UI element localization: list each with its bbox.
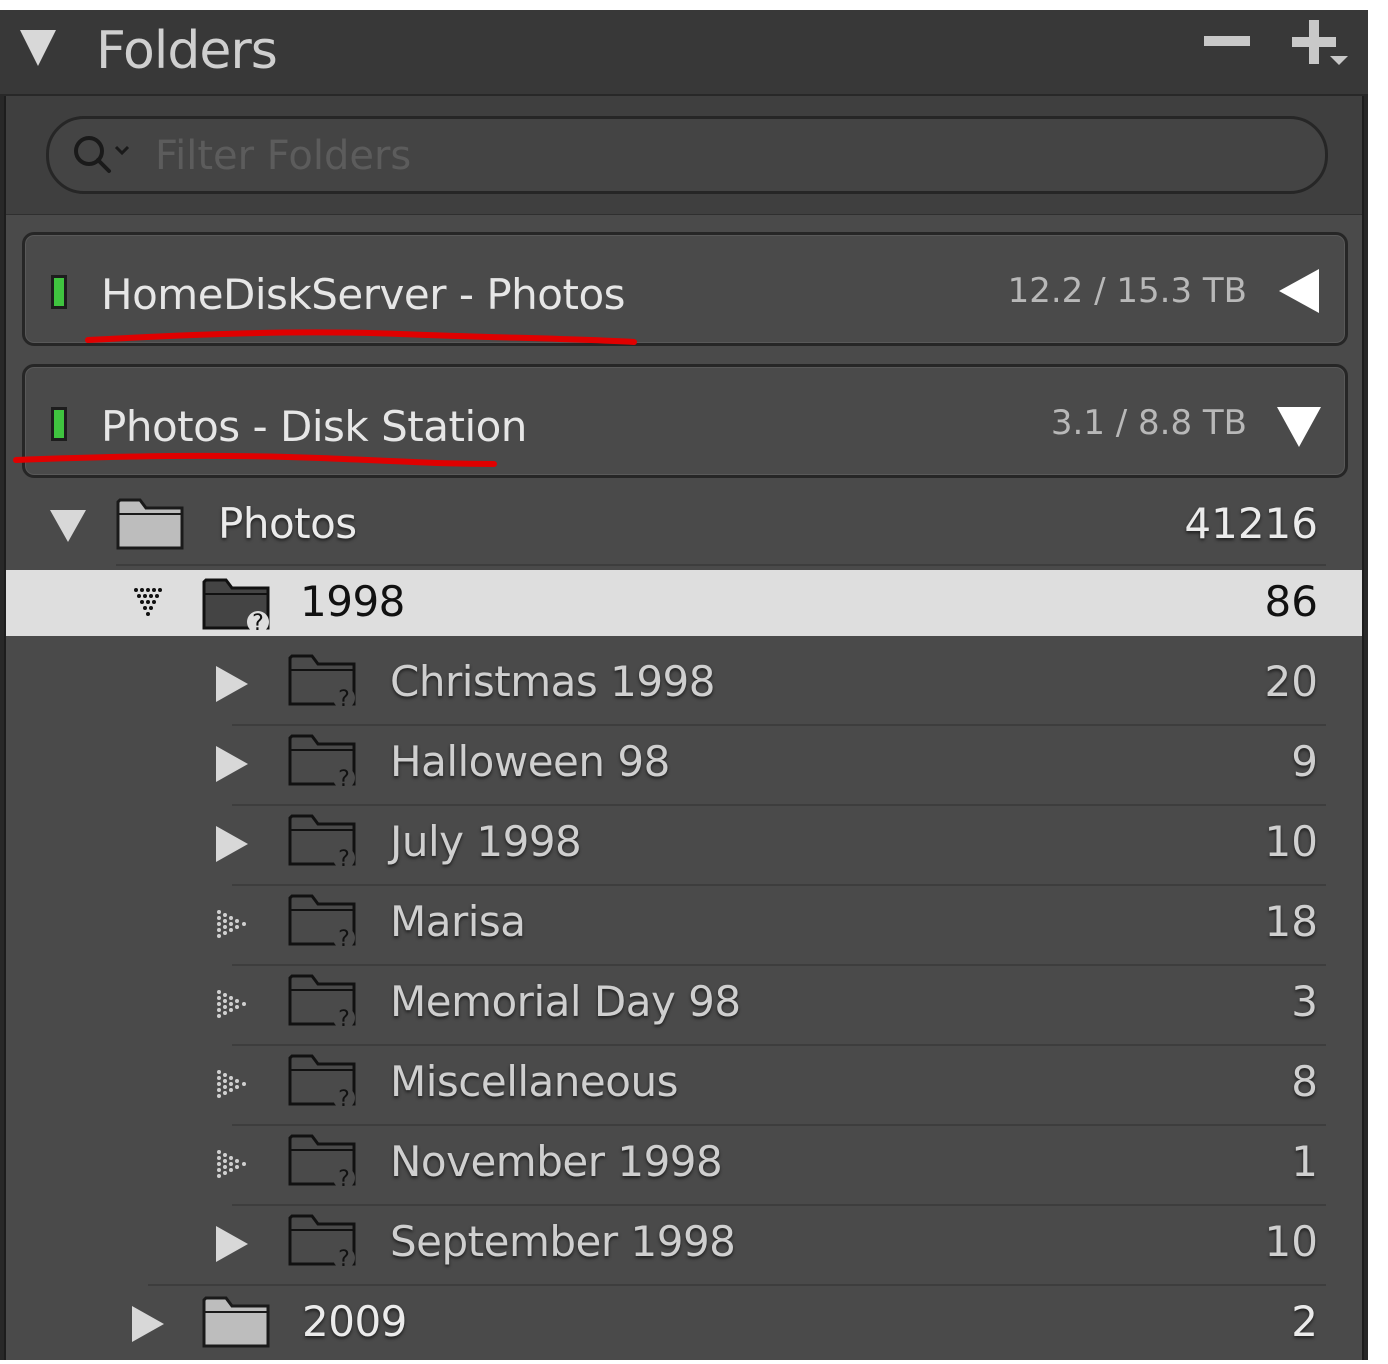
volume-homediskserver[interactable]: HomeDiskServer - Photos 12.2 / 15.3 TB — [22, 232, 1348, 346]
missing-folder-icon: ? — [288, 974, 356, 1030]
folder-row-2009[interactable]: 2009 2 — [6, 1284, 1362, 1364]
volume-collapse-triangle-icon[interactable] — [1277, 407, 1321, 447]
volume-status-indicator — [51, 407, 67, 441]
volume-name: HomeDiskServer - Photos — [101, 270, 626, 319]
folder-row-1998[interactable]: ? 1998 86 — [6, 570, 1362, 636]
search-icon[interactable] — [71, 133, 137, 177]
folder-row-marisa[interactable]: ? Marisa 18 — [6, 884, 1362, 964]
dotted-triangle-right-icon — [217, 1070, 246, 1098]
expand-triangle-icon[interactable] — [216, 746, 248, 782]
missing-folder-icon: ? — [202, 578, 270, 634]
folder-count: 1 — [1291, 1137, 1318, 1186]
expand-triangle-icon[interactable] — [132, 1306, 164, 1342]
folders-content: HomeDiskServer - Photos 12.2 / 15.3 TB P… — [4, 96, 1364, 1360]
folder-count: 3 — [1291, 977, 1318, 1026]
folder-label: Halloween 98 — [390, 737, 670, 786]
missing-folder-icon: ? — [288, 654, 356, 710]
folder-icon — [202, 1296, 270, 1348]
missing-folder-icon: ? — [288, 894, 356, 950]
filter-folders-input[interactable] — [153, 129, 1257, 183]
folder-row-photos[interactable]: Photos 41216 — [6, 486, 1362, 566]
volume-status-indicator — [51, 275, 67, 309]
filter-bar — [6, 96, 1362, 215]
folder-icon — [116, 498, 184, 550]
svg-text:?: ? — [338, 1087, 350, 1110]
folder-label: 2009 — [302, 1297, 407, 1346]
remove-folder-button[interactable] — [1204, 36, 1250, 46]
volume-size: 3.1 / 8.8 TB — [1050, 403, 1247, 443]
folders-panel: Folders HomeDiskServer - Photos 12.2 / 1… — [0, 10, 1368, 1360]
volume-size: 12.2 / 15.3 TB — [1007, 271, 1247, 311]
folder-count: 2 — [1291, 1297, 1318, 1346]
dotted-triangle-right-icon — [217, 1150, 246, 1178]
collapse-triangle-icon[interactable] — [20, 30, 56, 66]
folder-label: November 1998 — [390, 1137, 723, 1186]
plus-icon-vertical — [1309, 20, 1319, 64]
folder-label: Photos — [218, 499, 357, 548]
folder-label: 1998 — [300, 577, 405, 626]
folder-count: 18 — [1264, 897, 1318, 946]
svg-text:?: ? — [338, 927, 350, 950]
folder-count: 10 — [1264, 1217, 1318, 1266]
folder-row-halloween-98[interactable]: ? Halloween 98 9 — [6, 724, 1362, 804]
svg-text:?: ? — [252, 611, 264, 634]
folder-label: Memorial Day 98 — [390, 977, 741, 1026]
folder-row-miscellaneous[interactable]: ? Miscellaneous 8 — [6, 1044, 1362, 1124]
folder-row-july-1998[interactable]: ? July 1998 10 — [6, 804, 1362, 884]
folder-count: 9 — [1291, 737, 1318, 786]
expand-triangle-icon[interactable] — [216, 826, 248, 862]
folder-row-september-1998[interactable]: ? September 1998 10 — [6, 1204, 1362, 1284]
svg-text:?: ? — [338, 1247, 350, 1270]
folder-label: July 1998 — [390, 817, 582, 866]
folder-row-memorial-day-98[interactable]: ? Memorial Day 98 3 — [6, 964, 1362, 1044]
svg-text:?: ? — [338, 767, 350, 790]
panel-header[interactable]: Folders — [0, 10, 1368, 94]
folder-count: 86 — [1264, 577, 1318, 626]
add-menu-caret-icon[interactable] — [1330, 56, 1348, 65]
dotted-triangle-right-icon — [217, 990, 246, 1018]
row-divider — [116, 564, 1326, 566]
volume-name: Photos - Disk Station — [101, 402, 527, 451]
filter-field[interactable] — [46, 116, 1328, 194]
missing-folder-icon: ? — [288, 1214, 356, 1270]
folder-label: September 1998 — [390, 1217, 736, 1266]
svg-text:?: ? — [338, 1167, 350, 1190]
folder-row-november-1998[interactable]: ? November 1998 1 — [6, 1124, 1362, 1204]
volume-expand-triangle-icon[interactable] — [1279, 269, 1319, 313]
volume-disk-station[interactable]: Photos - Disk Station 3.1 / 8.8 TB — [22, 364, 1348, 478]
folder-row-christmas-1998[interactable]: ? Christmas 1998 20 — [6, 644, 1362, 724]
missing-folder-icon: ? — [288, 814, 356, 870]
folder-count: 10 — [1264, 817, 1318, 866]
folder-count: 8 — [1291, 1057, 1318, 1106]
missing-folder-icon: ? — [288, 734, 356, 790]
svg-text:?: ? — [338, 847, 350, 870]
expand-triangle-icon[interactable] — [216, 666, 248, 702]
dotted-triangle-right-icon — [217, 910, 246, 938]
expand-triangle-icon[interactable] — [50, 510, 86, 542]
folder-label: Marisa — [390, 897, 526, 946]
svg-text:?: ? — [338, 687, 350, 710]
dotted-triangle-down-icon[interactable] — [132, 586, 164, 618]
folder-count: 41216 — [1184, 499, 1318, 548]
svg-text:?: ? — [338, 1007, 350, 1030]
missing-folder-icon: ? — [288, 1054, 356, 1110]
folder-count: 20 — [1264, 657, 1318, 706]
folder-label: Christmas 1998 — [390, 657, 716, 706]
panel-title: Folders — [96, 21, 278, 81]
missing-folder-icon: ? — [288, 1134, 356, 1190]
folder-label: Miscellaneous — [390, 1057, 678, 1106]
expand-triangle-icon[interactable] — [216, 1226, 248, 1262]
